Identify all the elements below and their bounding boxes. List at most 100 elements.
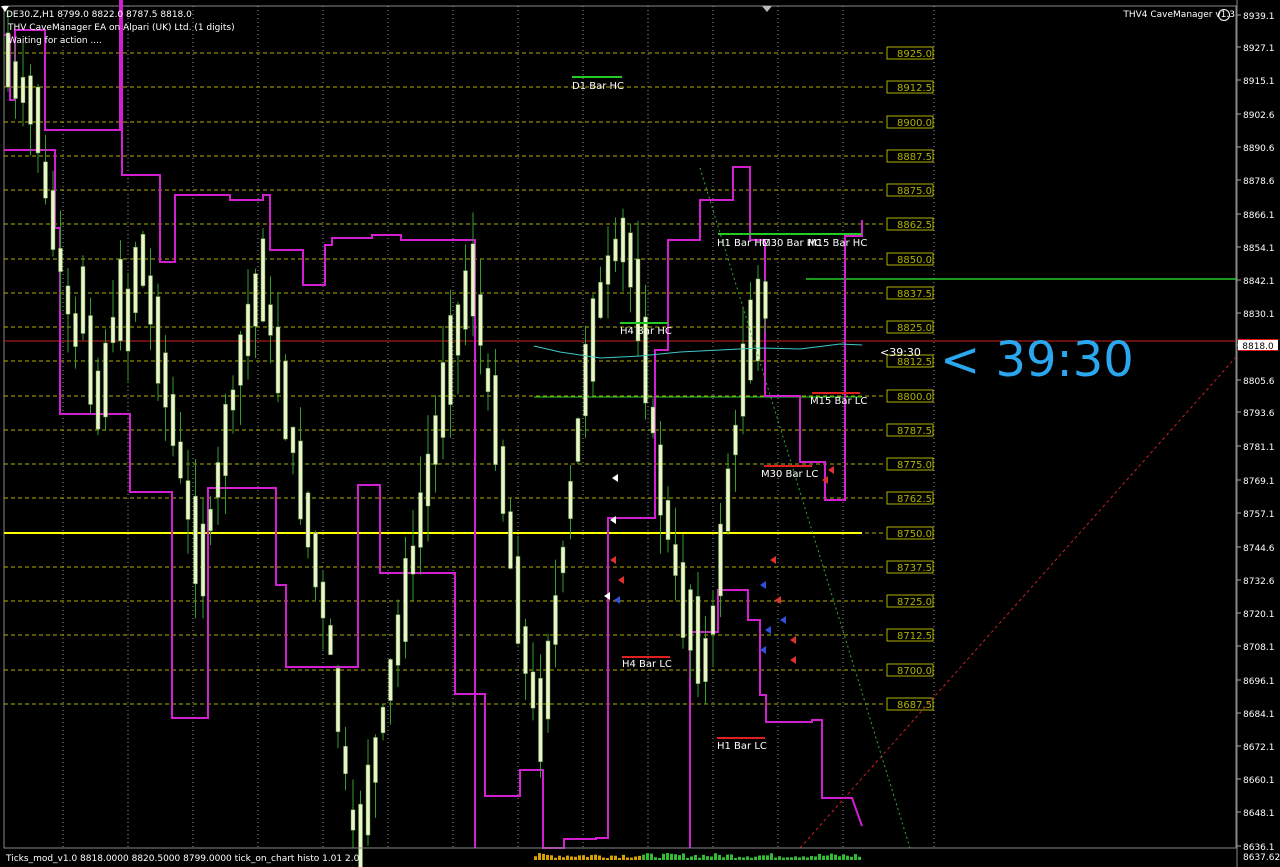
tick-histogram-bar — [658, 857, 661, 860]
candle-body — [58, 247, 63, 273]
tick-histogram-bar — [766, 855, 769, 860]
level-label: 8800.0 — [897, 392, 932, 403]
level-label: 8875.0 — [897, 186, 932, 197]
tick-histogram-bar — [630, 857, 633, 860]
price-axis-label: 8890.6 — [1243, 144, 1275, 154]
tick-histogram-bar — [742, 857, 745, 860]
tick-histogram-bar — [642, 854, 645, 860]
tick-histogram-bar — [554, 857, 557, 860]
price-chart[interactable]: 8925.0 8912.5 8900.0 8887.5 8875.0 8862.5 8850… — [0, 0, 1280, 867]
tick-histogram-bar — [762, 855, 765, 860]
tick-histogram-bar — [682, 853, 685, 860]
tick-histogram-bar — [578, 855, 581, 860]
price-axis-bottom-label: 8637.62 — [1243, 853, 1280, 863]
candle-body — [665, 500, 671, 540]
tick-histogram-bar — [798, 857, 801, 860]
tick-histogram-bar — [570, 856, 573, 860]
tick-histogram-bar — [846, 855, 849, 860]
tick-histogram-bar — [750, 857, 753, 860]
chart-window[interactable]: 8925.0 8912.5 8900.0 8887.5 8875.0 8862.5 8850… — [0, 0, 1280, 867]
candle-body — [80, 266, 86, 334]
tick-arrow-icon — [612, 474, 618, 482]
price-axis-label: 8842.1 — [1243, 277, 1275, 287]
tick-histogram-bar — [558, 855, 561, 860]
candle-body — [365, 764, 371, 836]
candle-body — [748, 299, 753, 381]
candle-body — [268, 304, 273, 336]
level-label: 8825.0 — [897, 323, 932, 334]
candle-body — [448, 315, 453, 405]
candle-body — [583, 343, 588, 417]
candle-body — [208, 508, 213, 532]
candle-body — [688, 589, 693, 651]
countdown-small: <39:30 — [880, 346, 921, 359]
tick-arrow-icon — [790, 636, 796, 644]
tick-histogram-bar — [710, 856, 713, 860]
price-axis[interactable] — [1237, 0, 1280, 867]
tick-histogram-bar — [686, 857, 689, 860]
candle-body — [28, 75, 33, 125]
indicator-info: Ticks_mod_v1.0 8818.0000 8820.5000 8799.… — [6, 854, 360, 864]
candle-body — [335, 667, 341, 733]
level-label: 8912.5 — [897, 83, 932, 94]
tick-histogram-bar — [790, 857, 793, 860]
tick-histogram-bar — [726, 854, 729, 860]
price-axis-label: 8672.1 — [1243, 743, 1275, 753]
candle-body — [605, 255, 611, 285]
candle-body — [20, 77, 26, 103]
candle-body — [470, 243, 476, 317]
tick-histogram-bar — [550, 855, 553, 860]
candle-body — [170, 393, 176, 447]
candle-body — [253, 273, 258, 327]
level-label: 8700.0 — [897, 666, 932, 677]
candle-body — [230, 389, 236, 411]
bar-level-label: H4 Bar LC — [622, 659, 672, 670]
tick-histogram-bar — [786, 857, 789, 860]
candle-body — [598, 281, 603, 319]
candle-body — [283, 360, 288, 440]
tick-histogram-bar — [610, 855, 613, 860]
candle-body — [718, 523, 723, 597]
candle-body — [575, 418, 581, 462]
price-axis-label: 8720.1 — [1243, 610, 1275, 620]
candle-body — [193, 495, 198, 585]
candle-body — [530, 671, 536, 709]
tick-arrow-icon — [770, 556, 776, 564]
tick-histogram-bar — [702, 854, 705, 860]
level-label: 8887.5 — [897, 152, 932, 163]
envelope-upper-left — [4, 0, 476, 848]
tick-arrow-icon — [780, 616, 786, 624]
candle-body — [178, 441, 183, 479]
candle-body — [560, 546, 566, 574]
bar-level-label: M30 Bar LC — [761, 469, 818, 480]
price-axis-label: 8781.1 — [1243, 443, 1275, 453]
price-axis-label: 8793.6 — [1243, 409, 1275, 419]
candle-body — [148, 275, 153, 325]
level-label: 8762.5 — [897, 494, 932, 505]
candle-body — [50, 190, 56, 250]
tick-histogram-bar — [830, 853, 833, 860]
tick-histogram-bar — [690, 856, 693, 860]
tick-histogram-bar — [602, 857, 605, 860]
tick-histogram-bar — [542, 853, 545, 860]
tick-histogram-bar — [594, 854, 597, 860]
candle-body — [215, 462, 221, 498]
expert-advisor-info: THV CaveManager EA on Alpari (UK) Ltd. (… — [8, 23, 235, 33]
candle-body — [163, 352, 168, 408]
tick-histogram-bar — [858, 856, 861, 860]
price-axis-label: 8769.1 — [1243, 477, 1275, 487]
candle-body — [725, 468, 731, 532]
tick-histogram-bar — [534, 856, 537, 860]
candle-body — [485, 367, 491, 393]
price-axis-label: 8927.1 — [1243, 44, 1275, 54]
candle-body — [695, 596, 701, 684]
tick-arrow-icon — [828, 466, 834, 474]
candle-body — [703, 638, 708, 682]
bar-level-label: H4 Bar HC — [620, 326, 672, 337]
tick-histogram-bar — [814, 856, 817, 860]
tick-histogram-bar — [618, 857, 621, 860]
level-label: 8712.5 — [897, 631, 932, 642]
tick-histogram-bar — [662, 853, 665, 860]
price-axis-label: 8684.1 — [1243, 710, 1275, 720]
shift-marker-icon[interactable] — [762, 6, 772, 12]
